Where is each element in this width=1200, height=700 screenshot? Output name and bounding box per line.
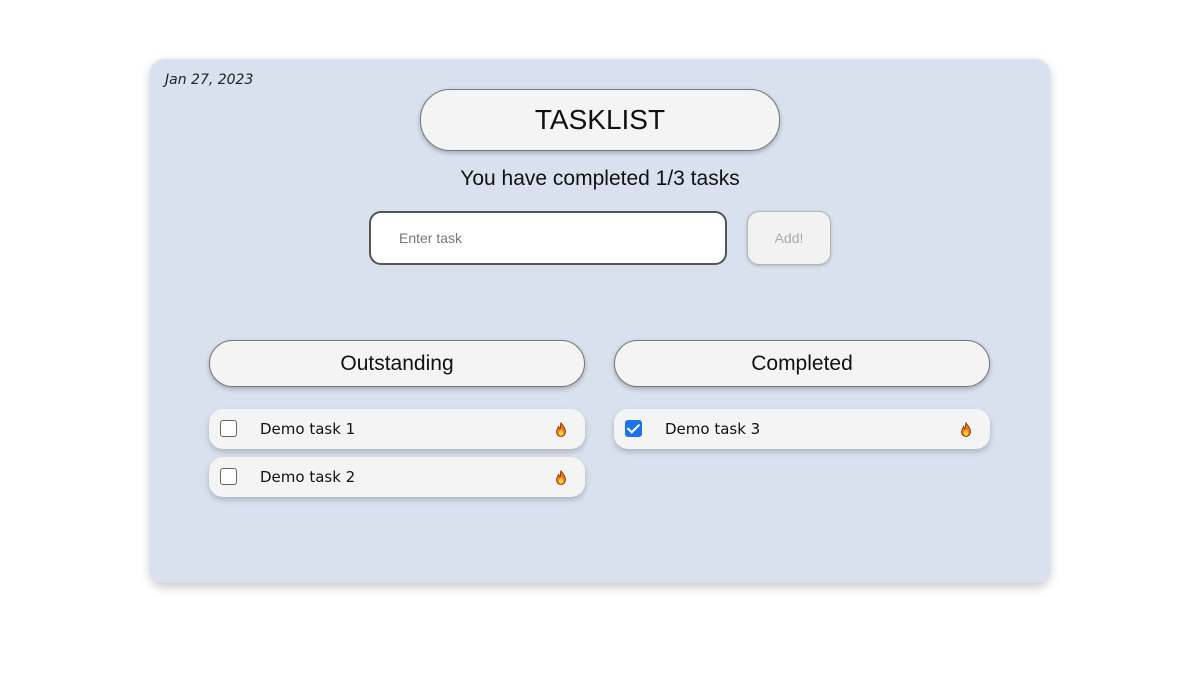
outstanding-list: Demo task 1 Demo task 2 — [209, 409, 585, 505]
task-checkbox[interactable] — [220, 420, 237, 437]
page-title: TASKLIST — [420, 89, 780, 151]
task-label: Demo task 3 — [665, 420, 761, 438]
completed-header: Completed — [614, 340, 990, 387]
fire-icon[interactable] — [555, 422, 567, 437]
task-checkbox-checked[interactable] — [625, 420, 642, 437]
fire-icon[interactable] — [960, 422, 972, 437]
add-task-button[interactable]: Add! — [747, 211, 831, 265]
progress-summary: You have completed 1/3 tasks — [460, 167, 740, 190]
task-label: Demo task 2 — [260, 468, 356, 486]
task-input[interactable] — [369, 211, 727, 265]
tasklist-card: Jan 27, 2023 TASKLIST You have completed… — [150, 59, 1050, 583]
date-label: Jan 27, 2023 — [165, 72, 254, 88]
task-label: Demo task 1 — [260, 420, 356, 438]
task-checkbox[interactable] — [220, 468, 237, 485]
task-item: Demo task 1 — [209, 409, 585, 449]
completed-list: Demo task 3 — [614, 409, 990, 457]
fire-icon[interactable] — [555, 470, 567, 485]
outstanding-header: Outstanding — [209, 340, 585, 387]
task-item: Demo task 2 — [209, 457, 585, 497]
task-item: Demo task 3 — [614, 409, 990, 449]
